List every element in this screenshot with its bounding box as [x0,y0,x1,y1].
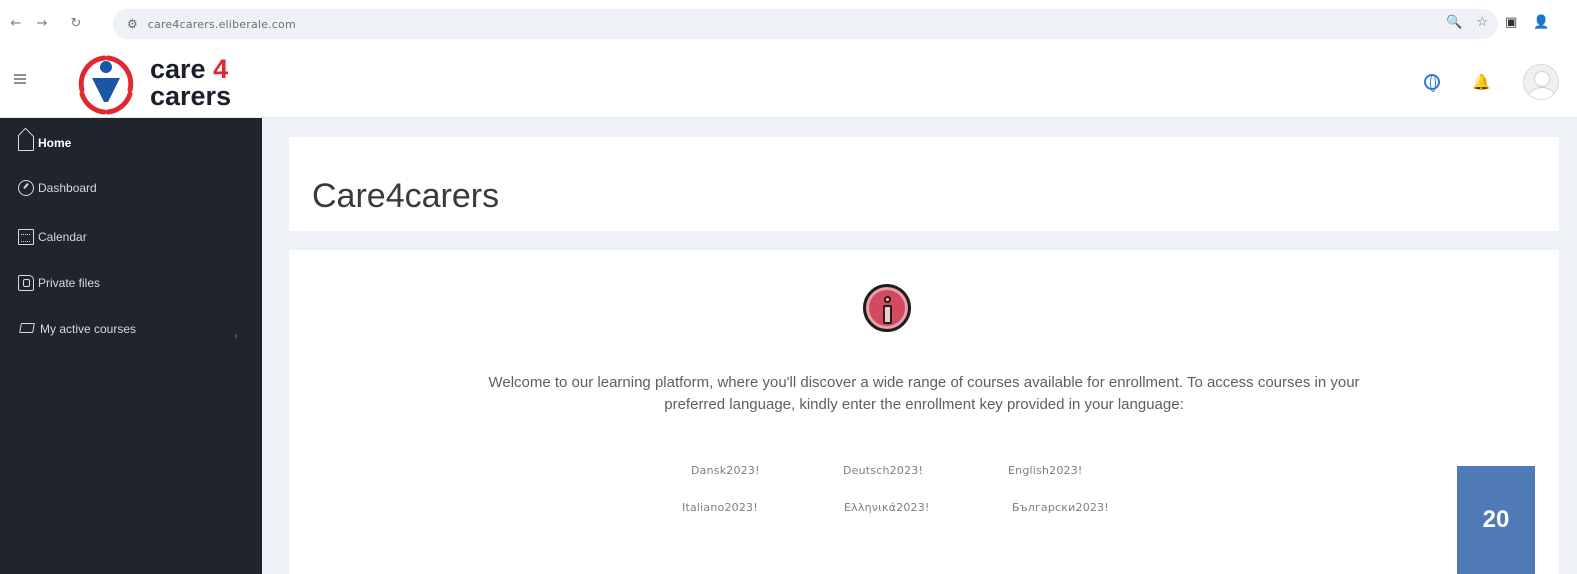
sidebar-item-label: Home [38,136,72,150]
logo-care-text: care [150,54,206,84]
notification-bell-icon[interactable]: 🔔 [1472,73,1491,91]
private-files-icon [18,275,34,291]
language-globe-icon[interactable] [1424,74,1441,92]
sidebar-item-my-active-courses[interactable]: My active courses [18,322,136,336]
chevron-left-icon[interactable]: ‹ [234,331,238,342]
sidebar-nav: Home Dashboard Calendar Private files My… [0,118,262,574]
side-panel-icon[interactable]: ▣ [1505,15,1517,30]
page-title: Care4carers [312,177,500,215]
enrollment-key: Български2023! [1012,501,1109,514]
sidebar-item-calendar[interactable]: Calendar [18,229,87,245]
welcome-message: Welcome to our learning platform, where … [309,372,1539,416]
enrollment-key: Deutsch2023! [843,464,924,477]
graduation-cap-icon [18,323,36,335]
url-text[interactable]: care4carers.eliberale.com [148,18,296,31]
sidebar-item-dashboard[interactable]: Dashboard [18,180,97,196]
welcome-card: Welcome to our learning platform, where … [289,250,1559,574]
enrollment-key: Italiano2023! [682,501,758,514]
dashboard-gauge-icon [18,180,34,196]
site-logo[interactable]: care 4 carers [68,50,258,116]
forward-icon[interactable]: → [32,13,52,33]
user-avatar[interactable] [1523,64,1559,100]
sidebar-item-private-files[interactable]: Private files [18,275,100,291]
welcome-line-1: Welcome to our learning platform, where … [488,374,1360,391]
page-number-badge: 20 [1457,466,1535,574]
site-settings-icon[interactable]: ⚙ [127,17,138,31]
sidebar-item-label: Dashboard [38,181,97,195]
page-header-card: Care4carers [289,137,1559,231]
logo-carers-text: carers [150,81,232,111]
sidebar-item-label: Private files [38,276,101,290]
welcome-line-2: preferred language, kindly enter the enr… [664,396,1184,413]
address-bar[interactable]: ⚙ care4carers.eliberale.com 🔍 ☆ [113,9,1498,39]
browser-profile-icon[interactable]: 👤 [1533,15,1549,30]
calendar-icon [18,229,34,245]
enrollment-key: Eλληνικά2023! [844,501,930,514]
app-navbar: care 4 carers 🔔 [0,46,1577,118]
zoom-icon[interactable]: 🔍 [1446,15,1462,30]
sidebar-item-home[interactable]: Home [18,135,71,151]
sidebar-item-label: My active courses [40,322,137,336]
menu-toggle-icon[interactable] [14,74,26,84]
info-icon [863,284,911,332]
bookmark-star-icon[interactable]: ☆ [1476,15,1488,30]
main-content: Care4carers Welcome to our learning plat… [262,118,1577,574]
reload-icon[interactable]: ↻ [66,13,86,33]
logo-text: care 4 carers [150,56,231,110]
back-icon[interactable]: ← [6,13,26,33]
enrollment-key: English2023! [1008,464,1083,477]
home-icon [18,135,34,151]
sidebar-item-label: Calendar [38,230,87,244]
logo-figure-icon [78,55,134,115]
browser-toolbar: ← → ↻ ⚙ care4carers.eliberale.com 🔍 ☆ ▣ … [0,0,1577,46]
enrollment-key: Dansk2023! [691,464,760,477]
logo-four-text: 4 [213,54,229,84]
